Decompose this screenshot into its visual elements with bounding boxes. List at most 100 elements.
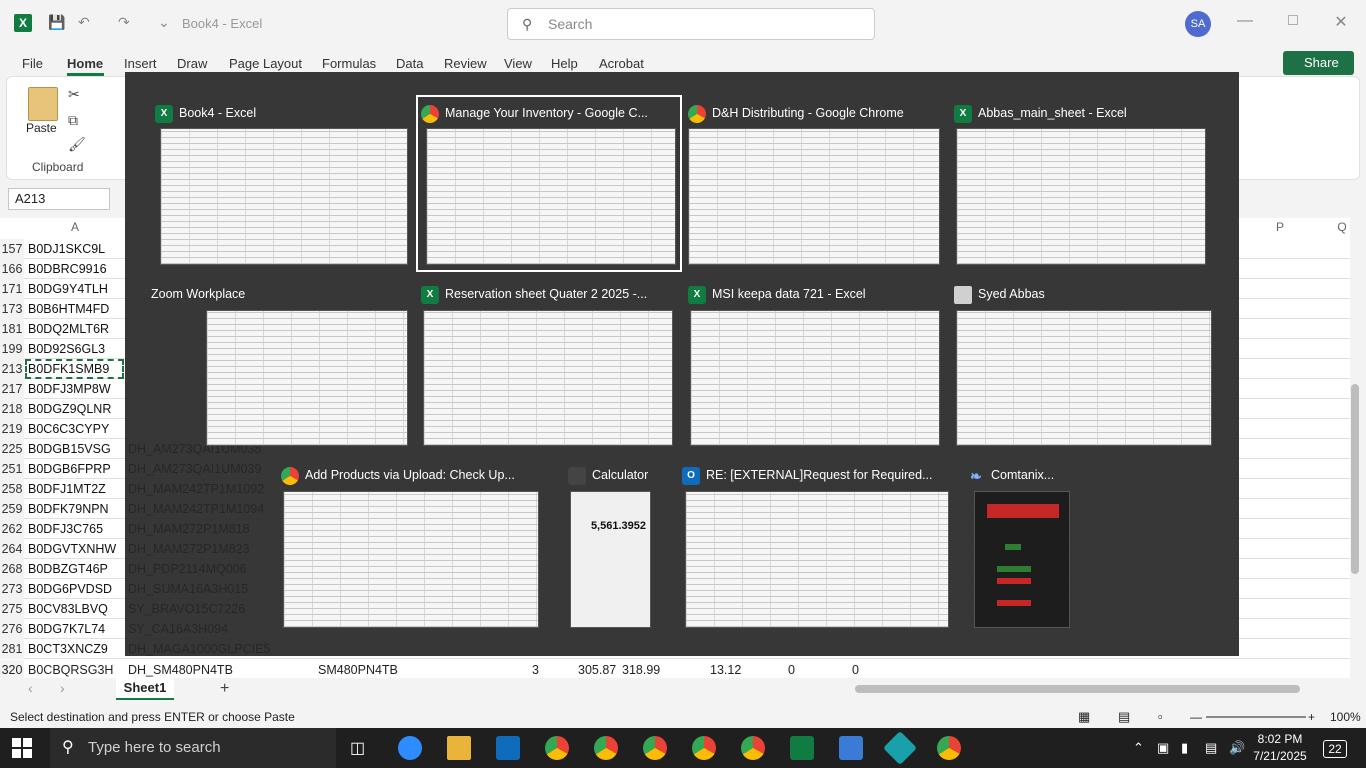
window-caption[interactable]: ❧ Comtanix... (967, 462, 1054, 488)
window-caption[interactable]: X Book4 - Excel (155, 100, 256, 126)
network-icon[interactable]: ▤ (1205, 740, 1217, 756)
cell-a[interactable]: B0DBZGT46P (28, 559, 108, 579)
cell-i[interactable]: 0 (852, 660, 859, 680)
column-header-a[interactable]: A (60, 220, 90, 238)
chrome-taskbar-icon[interactable] (594, 736, 618, 760)
customize-toolbar-icon[interactable]: ⌄ (158, 14, 170, 31)
cell-a[interactable]: B0DG9Y4TLH (28, 279, 108, 299)
cell-a[interactable]: B0DFJ3C765 (28, 519, 103, 539)
cell-c[interactable]: SM480PN4TB (318, 660, 398, 680)
window-preview[interactable]: 5,561.3952 (570, 491, 651, 628)
tab-help[interactable]: Help (551, 56, 578, 71)
window-preview[interactable] (685, 491, 949, 628)
zoom-in-icon[interactable]: + (1308, 706, 1315, 728)
next-sheet-icon[interactable]: › (60, 680, 65, 696)
taskbar-search-input[interactable]: ⚲ Type here to search (50, 728, 336, 768)
cell-h[interactable]: 0 (788, 660, 795, 680)
zoom-slider[interactable] (1206, 716, 1306, 718)
column-header-q[interactable]: Q (1334, 220, 1350, 238)
cell-a[interactable]: B0DBRC9916 (28, 259, 107, 279)
window-preview[interactable] (956, 128, 1206, 265)
cell-a[interactable]: B0B6HTM4FD (28, 299, 109, 319)
cell-a[interactable]: B0DG6PVDSD (28, 579, 112, 599)
cell-b[interactable]: DH_SM480PN4TB (128, 660, 233, 680)
chevron-up-icon[interactable]: ⌃ (1133, 740, 1144, 756)
minimize-icon[interactable]: — (1235, 12, 1255, 30)
vertical-scrollbar[interactable] (1351, 384, 1359, 574)
window-caption[interactable]: O RE: [EXTERNAL]Request for Required... (682, 462, 932, 488)
horizontal-scrollbar[interactable] (855, 685, 1300, 693)
notification-badge[interactable]: 22 (1323, 740, 1347, 758)
tab-review[interactable]: Review (444, 56, 487, 71)
window-preview[interactable] (283, 491, 539, 628)
cell-a[interactable]: B0CBQRSG3H (28, 660, 113, 680)
undo-icon[interactable]: ↶ (78, 14, 90, 31)
cell-a[interactable]: B0DGZ9QLNR (28, 399, 111, 419)
tab-data[interactable]: Data (396, 56, 423, 71)
page-layout-view-icon[interactable]: ▤ (1118, 706, 1130, 728)
cell-a[interactable]: B0CT3XNCZ9 (28, 639, 108, 659)
window-caption[interactable]: Syed Abbas (954, 281, 1045, 307)
window-caption[interactable]: X Reservation sheet Quater 2 2025 -... (421, 281, 647, 307)
tab-formulas[interactable]: Formulas (322, 56, 376, 71)
tab-home[interactable]: Home (67, 56, 103, 71)
window-caption[interactable]: X MSI keepa data 721 - Excel (688, 281, 866, 307)
cut-icon[interactable]: ✂ (68, 86, 80, 103)
cell-a[interactable]: B0DGB6FPRP (28, 459, 111, 479)
share-button[interactable]: Share (1283, 51, 1354, 75)
cell-a[interactable]: B0DFJ3MP8W (28, 379, 111, 399)
search-input[interactable]: ⚲ Search (507, 8, 875, 40)
window-preview[interactable] (206, 310, 408, 446)
cell-g[interactable]: 13.12 (710, 660, 741, 680)
window-caption[interactable]: zmZoom Workplace (151, 281, 245, 307)
window-preview[interactable] (160, 128, 408, 265)
battery-icon[interactable]: ▮ (1181, 740, 1188, 756)
cell-a[interactable]: B0DGB15VSG (28, 439, 111, 459)
cell-a[interactable]: B0DG7K7L74 (28, 619, 105, 639)
windows-start-icon[interactable] (12, 738, 32, 758)
file-explorer-taskbar-icon[interactable] (447, 736, 471, 760)
tab-draw[interactable]: Draw (177, 56, 207, 71)
cell-f[interactable]: 318.99 (622, 660, 660, 680)
format-painter-icon[interactable]: 🖌 (68, 136, 86, 153)
add-sheet-icon[interactable]: + (220, 680, 229, 698)
paste-icon[interactable] (28, 87, 58, 121)
window-preview[interactable] (956, 310, 1212, 446)
zoom-taskbar-icon[interactable] (398, 736, 422, 760)
selected-cell[interactable] (25, 359, 124, 379)
window-preview[interactable] (423, 310, 673, 446)
redo-icon[interactable]: ↷ (118, 14, 130, 31)
chrome-taskbar-icon[interactable] (643, 736, 667, 760)
table-row[interactable]: 320 B0CBQRSG3H DH_SM480PN4TB SM480PN4TB … (0, 660, 870, 680)
zoom-level[interactable]: 100% (1330, 706, 1361, 728)
window-preview[interactable] (688, 128, 940, 265)
sheet-tab[interactable]: Sheet1 (116, 678, 174, 700)
save-icon[interactable]: 💾 (48, 14, 65, 31)
cell-a[interactable]: B0DJ1SKC9L (28, 239, 105, 259)
window-preview[interactable] (974, 491, 1070, 628)
normal-view-icon[interactable]: ▦ (1078, 706, 1090, 728)
window-caption[interactable]: D&H Distributing - Google Chrome (688, 100, 904, 126)
paste-button-label[interactable]: Paste (26, 121, 57, 135)
tab-insert[interactable]: Insert (124, 56, 157, 71)
chrome-taskbar-icon[interactable] (741, 736, 765, 760)
volume-icon[interactable]: 🔊 (1229, 740, 1245, 756)
calculator-taskbar-icon[interactable] (839, 736, 863, 760)
cell-a[interactable]: B0C6C3CYPY (28, 419, 109, 439)
taskbar-clock[interactable]: 8:02 PM 7/21/2025 (1250, 731, 1310, 765)
chrome-taskbar-icon[interactable] (692, 736, 716, 760)
window-caption[interactable]: X Abbas_main_sheet - Excel (954, 100, 1127, 126)
outlook-taskbar-icon[interactable] (496, 736, 520, 760)
prev-sheet-icon[interactable]: ‹ (28, 680, 33, 696)
cell-a[interactable]: B0D92S6GL3 (28, 339, 105, 359)
cell-a[interactable]: B0DQ2MLT6R (28, 319, 109, 339)
tab-page-layout[interactable]: Page Layout (229, 56, 302, 71)
chrome-taskbar-icon[interactable] (545, 736, 569, 760)
zoom-out-icon[interactable]: — (1190, 706, 1202, 728)
meet-now-icon[interactable]: ▣ (1157, 740, 1169, 756)
cell-a[interactable]: B0CV83LBVQ (28, 599, 108, 619)
cell-a[interactable]: B0DGVTXNHW (28, 539, 116, 559)
tab-file[interactable]: File (22, 56, 43, 71)
tab-view[interactable]: View (504, 56, 532, 71)
window-preview[interactable] (690, 310, 940, 446)
